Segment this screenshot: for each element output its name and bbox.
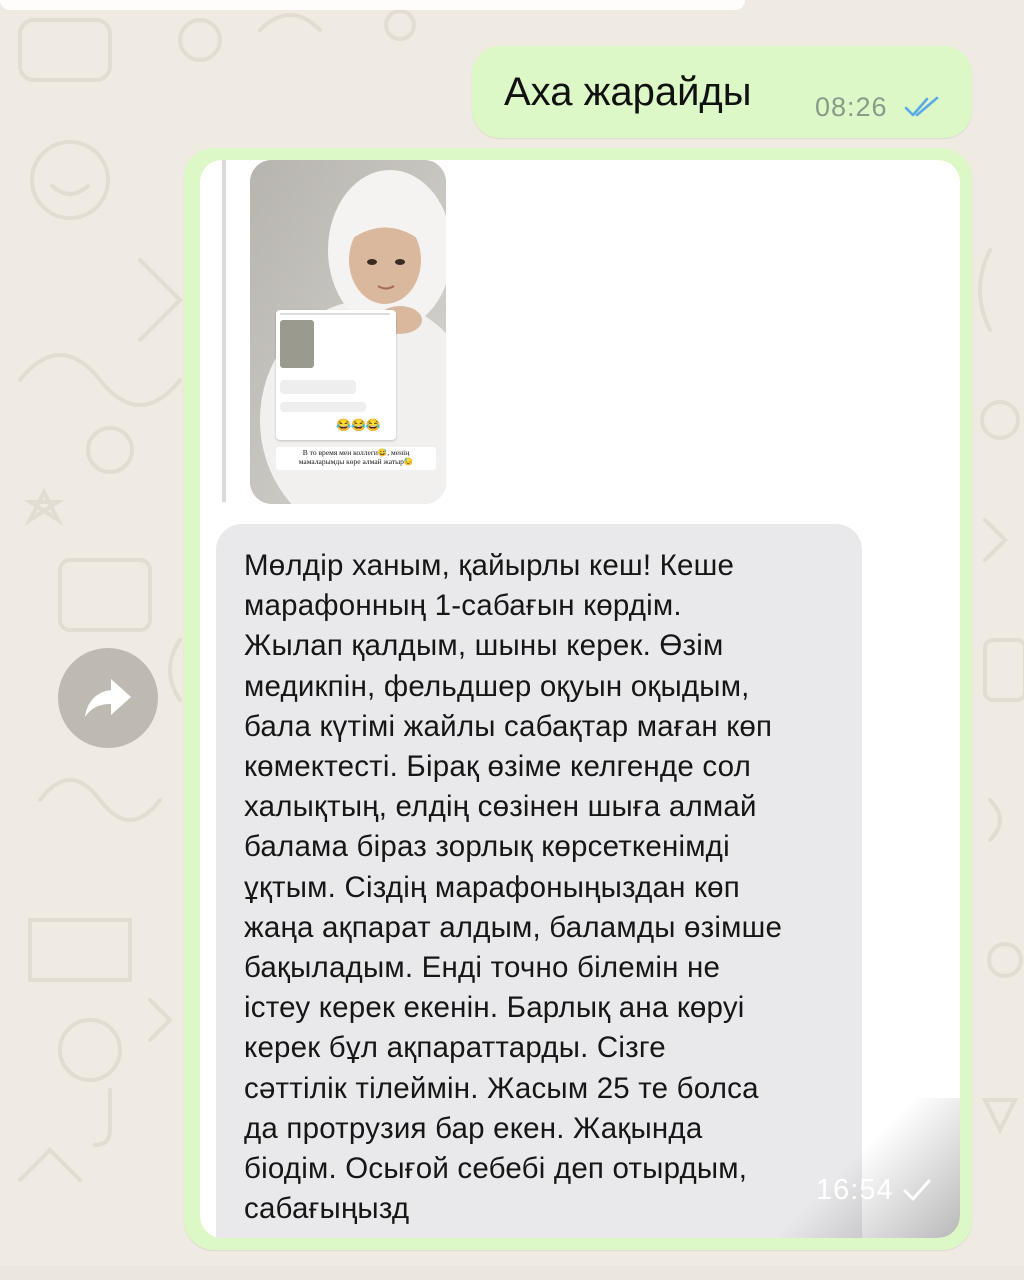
single-check-icon <box>903 1179 931 1201</box>
story-screenshot-thumbnail[interactable]: 😂😂😂 В то время мен коллеги😅, менің мамал… <box>250 160 446 504</box>
bottom-strip <box>0 1266 1024 1280</box>
story-chat-screenshot: 😂😂😂 <box>276 310 396 440</box>
reply-quote-bar <box>222 160 226 502</box>
forward-button[interactable] <box>58 648 158 748</box>
forwarded-media-message-bubble[interactable]: 😂😂😂 В то время мен коллеги😅, менің мамал… <box>184 148 972 1250</box>
message-time: 08:26 <box>815 92 888 122</box>
forward-arrow-icon <box>85 679 131 717</box>
message-time: 16:54 <box>816 1174 894 1206</box>
message-text: Мөлдір ханым, қайырлы кеш! Кеше марафонн… <box>244 549 783 1226</box>
emoji-row: 😂😂😂 <box>336 418 381 432</box>
double-check-icon <box>904 96 939 117</box>
timestamp-shade <box>760 1098 960 1238</box>
outgoing-message-bubble[interactable]: Аха жарайды 08:26 <box>472 46 972 138</box>
previous-message-bubble <box>0 0 745 10</box>
story-caption: В то время мен коллеги😅, менің мамаларым… <box>276 447 436 470</box>
message-text: Аха жарайды <box>504 70 752 114</box>
media-frame: 😂😂😂 В то время мен коллеги😅, менің мамал… <box>200 160 960 1238</box>
